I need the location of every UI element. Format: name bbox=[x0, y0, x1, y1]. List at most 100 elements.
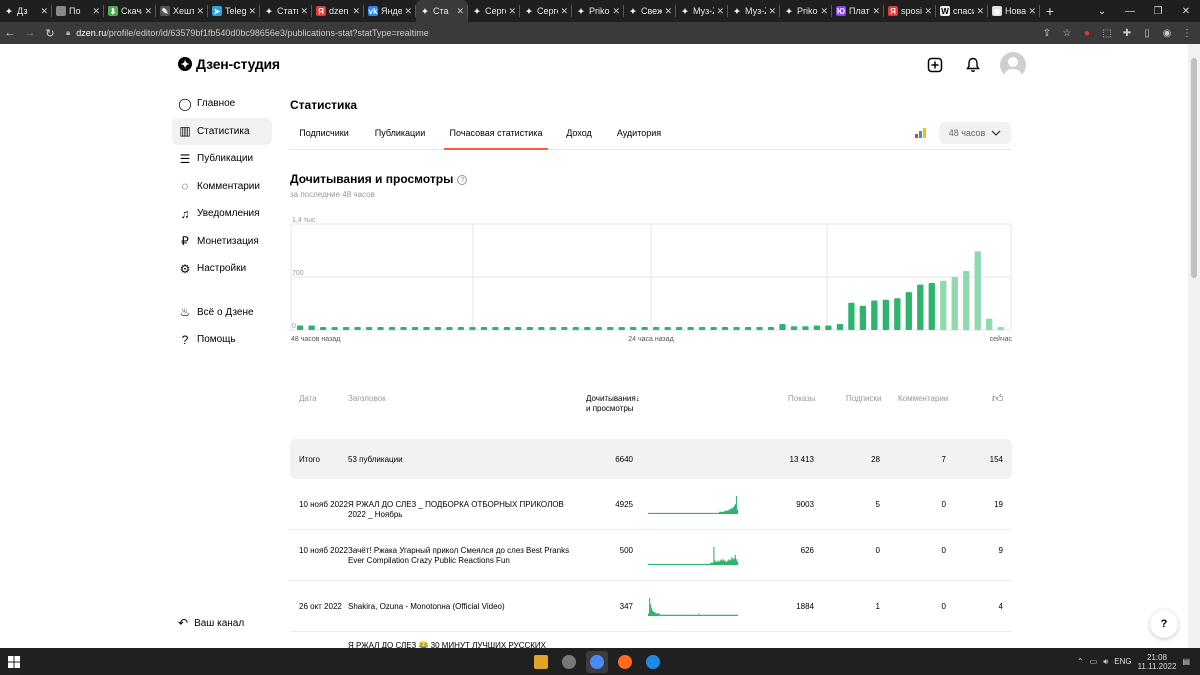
puzzle-icon[interactable]: ✚ bbox=[1120, 28, 1134, 39]
browser-tab[interactable]: Яdzen —✕ bbox=[312, 0, 364, 22]
browser-tab[interactable]: ✦ Prikolis✕ bbox=[780, 0, 832, 22]
close-tab-icon[interactable]: ✕ bbox=[196, 6, 204, 17]
bookmark-star-icon[interactable]: ☆ bbox=[1060, 28, 1074, 39]
notifications-button[interactable] bbox=[962, 54, 984, 76]
row-title[interactable]: Я РЖАЛ ДО СЛЕЗ 😂 30 МИНУТ ЛУЧШИХ РУССКИХ bbox=[348, 641, 573, 648]
col-subs[interactable]: Подписки bbox=[846, 394, 881, 403]
close-tab-icon[interactable]: ✕ bbox=[560, 6, 568, 17]
close-tab-icon[interactable]: ✕ bbox=[820, 6, 828, 17]
browser-tab[interactable]: По ✕ bbox=[52, 0, 104, 22]
row-title[interactable]: Зачёт! Ржака Угарный прикол Смеялся до с… bbox=[348, 546, 573, 566]
close-tab-icon[interactable]: ✕ bbox=[1028, 6, 1036, 17]
close-tab-icon[interactable]: ✕ bbox=[300, 6, 308, 17]
close-tab-icon[interactable]: ✕ bbox=[872, 6, 880, 17]
browser-tab[interactable]: ЮПлатеж✕ bbox=[832, 0, 884, 22]
close-tab-icon[interactable]: ✕ bbox=[768, 6, 776, 17]
tab-publications[interactable]: Публикации bbox=[374, 122, 426, 150]
close-tab-icon[interactable]: ✕ bbox=[976, 6, 984, 17]
logo[interactable]: ✦ Дзен-студия bbox=[178, 56, 280, 72]
col-impressions[interactable]: Показы bbox=[788, 394, 816, 403]
close-tab-icon[interactable]: ✕ bbox=[924, 6, 932, 17]
network-icon[interactable]: ▭ bbox=[1090, 657, 1098, 666]
browser-tab[interactable]: ✦ Ста ✕ bbox=[416, 0, 468, 22]
table-row[interactable]: 10 нояб 2022 Зачёт! Ржака Угарный прикол … bbox=[290, 531, 1012, 581]
sidebar-item[interactable]: ☰ Публикации bbox=[172, 145, 272, 172]
tray-chevron-icon[interactable]: ⌃ bbox=[1077, 657, 1084, 666]
url-field[interactable]: 🔒︎ dzen.ru /profile/editor/id/63579bf1fb… bbox=[66, 28, 429, 38]
browser-tab[interactable]: ➤Telegra✕ bbox=[208, 0, 260, 22]
row-title[interactable]: Shakira, Ozuna - Monotonнa (Official Vid… bbox=[348, 602, 573, 612]
close-window-button[interactable]: ✕ bbox=[1172, 0, 1200, 22]
row-title[interactable]: Я РЖАЛ ДО СЛЕЗ _ ПОДБОРКА ОТБОРНЫХ ПРИКО… bbox=[348, 500, 573, 520]
file-explorer-icon[interactable] bbox=[530, 651, 552, 673]
browser-tab[interactable]: Яsposib✕ bbox=[884, 0, 936, 22]
volume-icon[interactable]: 🔊︎ bbox=[1103, 657, 1108, 667]
sidebar-icon[interactable]: ▯ bbox=[1140, 28, 1154, 39]
notifications-tray-icon[interactable]: ▤ bbox=[1182, 657, 1190, 666]
browser-tab[interactable]: ✦ Свежи✕ bbox=[624, 0, 676, 22]
close-tab-icon[interactable]: ✕ bbox=[612, 6, 620, 17]
close-tab-icon[interactable]: ✕ bbox=[404, 6, 412, 17]
browser-tab[interactable]: ✦ Сергей✕ bbox=[468, 0, 520, 22]
reload-button[interactable]: ↻ bbox=[40, 27, 60, 40]
help-button[interactable]: ? bbox=[1150, 610, 1178, 638]
your-channel-link[interactable]: ↶ Ваш канал bbox=[178, 616, 244, 630]
scrollbar-thumb[interactable] bbox=[1191, 58, 1197, 278]
close-tab-icon[interactable]: ✕ bbox=[508, 6, 516, 17]
sidebar-item[interactable]: ♫ Уведомления bbox=[172, 200, 272, 227]
windows-start-button[interactable] bbox=[4, 648, 24, 675]
vscode-icon[interactable] bbox=[642, 651, 664, 673]
close-tab-icon[interactable]: ✕ bbox=[40, 6, 48, 17]
browser-tab[interactable]: ✦ Статист✕ bbox=[260, 0, 312, 22]
browser-tab[interactable]: ◉Новая✕ bbox=[988, 0, 1040, 22]
close-tab-icon[interactable]: ✕ bbox=[664, 6, 672, 17]
table-row[interactable]: Я РЖАЛ ДО СЛЕЗ 😂 30 МИНУТ ЛУЧШИХ РУССКИХ bbox=[290, 633, 1012, 648]
metrika-icon[interactable] bbox=[915, 128, 926, 138]
tab-subscribers[interactable]: Подписчики bbox=[298, 122, 350, 150]
col-comments[interactable]: Комментарии bbox=[898, 394, 948, 403]
table-row[interactable]: 26 окт 2022 Shakira, Ozuna - Monotonнa (O… bbox=[290, 582, 1012, 632]
browser-tab[interactable]: ⬇Скачат✕ bbox=[104, 0, 156, 22]
close-tab-icon[interactable]: ✕ bbox=[352, 6, 360, 17]
avatar[interactable] bbox=[1000, 52, 1026, 78]
thumbs-up-icon[interactable]: 👍︎ bbox=[992, 392, 1004, 405]
browser-tab[interactable]: ✦ Сергей✕ bbox=[520, 0, 572, 22]
chrome-icon[interactable] bbox=[586, 650, 608, 673]
sidebar-item[interactable]: ◯ Главное bbox=[172, 90, 272, 117]
sidebar-item[interactable]: ⚙ Настройки bbox=[172, 255, 272, 282]
table-row[interactable]: 10 нояб 2022 Я РЖАЛ ДО СЛЕЗ _ ПОДБОРКА ОТ… bbox=[290, 480, 1012, 530]
period-select[interactable]: 48 часов bbox=[939, 122, 1011, 144]
browser-tab[interactable]: ✦ Prikolis✕ bbox=[572, 0, 624, 22]
minimize-button[interactable]: — bbox=[1116, 0, 1144, 22]
new-tab-button[interactable]: + bbox=[1040, 3, 1060, 19]
browser-tab[interactable]: ✦ Муз-Z✕ bbox=[728, 0, 780, 22]
sidebar-item[interactable]: ◌ Комментарии bbox=[172, 173, 272, 200]
info-icon[interactable]: ? bbox=[457, 174, 468, 185]
sidebar-item[interactable]: ♨ Всё о Дзене bbox=[172, 299, 272, 326]
col-reads[interactable]: Дочитывания↓ и просмотры bbox=[586, 394, 640, 414]
close-tab-icon[interactable]: ✕ bbox=[144, 6, 152, 17]
extension-icon[interactable]: ⬚ bbox=[1100, 28, 1114, 39]
tab-audience[interactable]: Аудитория bbox=[616, 122, 662, 150]
clock[interactable]: 21:08 11.11.2022 bbox=[1138, 653, 1177, 671]
sidebar-item[interactable]: ? Помощь bbox=[172, 326, 272, 353]
close-tab-icon[interactable]: ✕ bbox=[248, 6, 256, 17]
close-tab-icon[interactable]: ✕ bbox=[92, 6, 100, 17]
sidebar-item[interactable]: ▥ Статистика bbox=[172, 117, 272, 145]
maximize-button[interactable]: ❐ bbox=[1144, 0, 1172, 22]
browser-tab[interactable]: ✦ Муз-Z✕ bbox=[676, 0, 728, 22]
tab-hourly-stats[interactable]: Почасовая статистика bbox=[444, 122, 548, 150]
close-tab-icon[interactable]: ✕ bbox=[456, 6, 464, 17]
profile-icon[interactable]: ◉ bbox=[1160, 28, 1174, 39]
page-scrollbar[interactable] bbox=[1188, 44, 1200, 648]
browser-tab[interactable]: ✎Хештег✕ bbox=[156, 0, 208, 22]
extension-red-icon[interactable]: ● bbox=[1080, 28, 1094, 39]
sidebar-item[interactable]: ₽ Монетизация bbox=[172, 228, 272, 255]
browser-tab[interactable]: ✦ Дз ✕ bbox=[0, 0, 52, 22]
browser-tab[interactable]: Wспасиб✕ bbox=[936, 0, 988, 22]
tab-search-icon[interactable]: ⌄ bbox=[1088, 0, 1116, 22]
create-button[interactable] bbox=[924, 54, 946, 76]
back-button[interactable]: ← bbox=[0, 27, 20, 39]
menu-icon[interactable]: ⋮ bbox=[1180, 28, 1194, 39]
language-indicator[interactable]: ENG bbox=[1114, 657, 1131, 666]
